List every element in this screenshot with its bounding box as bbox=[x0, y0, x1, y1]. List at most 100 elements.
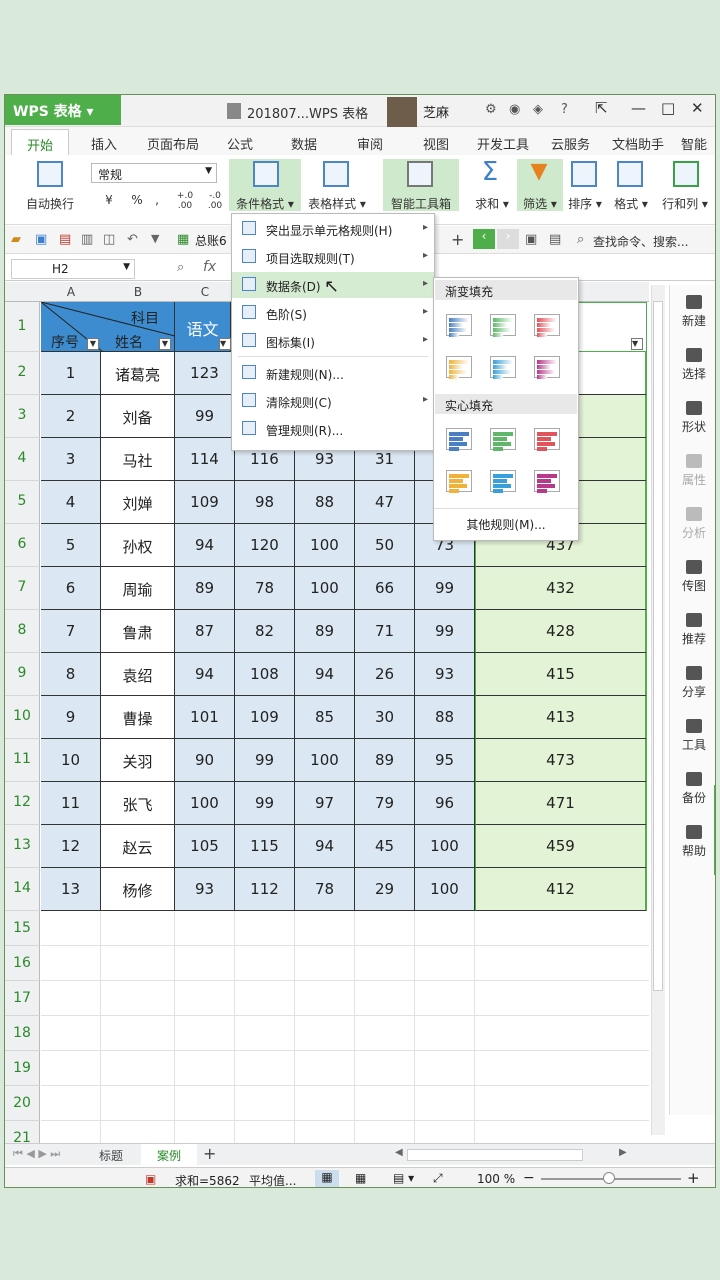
zoom-out-button[interactable]: − bbox=[523, 1170, 535, 1186]
new-tab-icon[interactable]: + bbox=[451, 230, 464, 249]
avatar[interactable] bbox=[387, 97, 417, 127]
row-col-button[interactable]: 行和列 ▾ bbox=[657, 195, 713, 212]
table-cell[interactable]: 袁绍 bbox=[101, 653, 175, 696]
row-header[interactable]: 12 bbox=[5, 782, 40, 825]
table-cell[interactable]: 鲁肃 bbox=[101, 610, 175, 653]
filter-icon[interactable]: ▼ bbox=[525, 159, 553, 184]
format-button[interactable]: 格式 ▾ bbox=[609, 195, 653, 212]
filter-dropdown-icon[interactable]: ▼ bbox=[87, 338, 99, 350]
currency-icon[interactable]: ¥ bbox=[99, 193, 119, 207]
menu-item[interactable]: 管理规则(R)... bbox=[232, 416, 434, 442]
menu-item[interactable]: 清除规则(C) ▸ bbox=[232, 388, 434, 414]
table-cell[interactable]: 诸葛亮 bbox=[101, 352, 175, 395]
horizontal-scrollbar[interactable] bbox=[407, 1149, 583, 1161]
zoom-in-button[interactable]: + bbox=[687, 1169, 700, 1187]
table-cell[interactable]: 99 bbox=[235, 782, 295, 825]
menu-item[interactable]: 图标集(I) ▸ bbox=[232, 328, 434, 354]
table-cell[interactable]: 刘备 bbox=[101, 395, 175, 438]
table-cell[interactable]: 95 bbox=[415, 739, 475, 782]
percent-button[interactable]: % bbox=[129, 193, 145, 207]
table-cell[interactable]: 85 bbox=[295, 696, 355, 739]
tab-review[interactable]: 审阅 bbox=[357, 134, 383, 153]
table-cell[interactable]: 10 bbox=[41, 739, 101, 782]
table-cell[interactable]: 11 bbox=[41, 782, 101, 825]
tab-data[interactable]: 数据 bbox=[291, 134, 317, 153]
settings-icon[interactable]: ⚙ bbox=[485, 102, 497, 117]
table-cell[interactable]: 120 bbox=[235, 524, 295, 567]
scroll-left-icon[interactable]: ◀ bbox=[395, 1147, 403, 1158]
sheet-nav-arrows-icon[interactable]: ⏮ ◀ ▶ ⏭ bbox=[13, 1147, 60, 1161]
table-cell[interactable]: 孙权 bbox=[101, 524, 175, 567]
auto-wrap-button[interactable]: 自动换行 bbox=[19, 195, 81, 212]
table-cell[interactable]: 123 bbox=[175, 352, 235, 395]
table-cell[interactable]: 108 bbox=[235, 653, 295, 696]
screen-icon[interactable]: ▣ bbox=[525, 232, 537, 247]
table-cell[interactable]: 8 bbox=[41, 653, 101, 696]
comma-button[interactable]: , bbox=[151, 193, 163, 207]
data-bar-style-option[interactable] bbox=[490, 356, 516, 379]
row-header[interactable]: 8 bbox=[5, 610, 40, 653]
tab-doc-assistant[interactable]: 文档助手 bbox=[612, 134, 664, 153]
menu-item[interactable]: 新建规则(N)... bbox=[232, 360, 434, 386]
sidebar-item[interactable]: 帮助 bbox=[670, 825, 715, 859]
menu-item[interactable]: 色阶(S) ▸ bbox=[232, 300, 434, 326]
data-bar-style-option[interactable] bbox=[446, 428, 472, 451]
export-pdf-icon[interactable]: ▤ bbox=[59, 232, 71, 247]
number-format-select[interactable]: 常规 ▼ bbox=[91, 163, 217, 183]
table-cell[interactable]: 99 bbox=[415, 610, 475, 653]
table-cell[interactable]: 415 bbox=[475, 653, 647, 696]
table-cell[interactable]: 115 bbox=[235, 825, 295, 868]
filter-button[interactable]: 筛选 ▾ bbox=[517, 195, 563, 212]
sidebar-item[interactable]: 备份 bbox=[670, 772, 715, 806]
maximize-button[interactable]: □ bbox=[661, 99, 675, 117]
scroll-right-icon[interactable]: ▶ bbox=[619, 1147, 627, 1158]
table-cell[interactable]: 杨修 bbox=[101, 868, 175, 911]
sheet-tab-case[interactable]: 案例 bbox=[141, 1144, 197, 1165]
tab-formula[interactable]: 公式 bbox=[227, 134, 253, 153]
table-cell[interactable]: 50 bbox=[355, 524, 415, 567]
table-cell[interactable]: 88 bbox=[295, 481, 355, 524]
table-cell[interactable]: 99 bbox=[235, 739, 295, 782]
workbook-tab[interactable]: 总账6 bbox=[195, 232, 227, 249]
sidebar-item[interactable]: 选择 bbox=[670, 348, 715, 382]
cond-format-button[interactable]: 条件格式 ▾ bbox=[229, 195, 301, 212]
decrease-decimal-button[interactable]: -.0 .00 bbox=[201, 191, 229, 211]
row-header[interactable]: 16 bbox=[5, 946, 40, 981]
prev-arrow-icon[interactable]: ‹ bbox=[473, 229, 495, 249]
sidebar-item[interactable]: 新建 bbox=[670, 295, 715, 329]
table-cell[interactable]: 97 bbox=[295, 782, 355, 825]
page-break-icon[interactable]: ▤ ▾ bbox=[393, 1171, 414, 1185]
command-search-input[interactable]: 查找命令、搜索... bbox=[593, 233, 688, 250]
row-header[interactable]: 4 bbox=[5, 438, 40, 481]
row-header[interactable]: 2 bbox=[5, 352, 40, 395]
row-header[interactable]: 13 bbox=[5, 825, 40, 868]
table-cell[interactable]: 12 bbox=[41, 825, 101, 868]
table-cell[interactable]: 94 bbox=[295, 653, 355, 696]
data-bar-style-option[interactable] bbox=[534, 314, 560, 337]
table-cell[interactable]: 100 bbox=[295, 739, 355, 782]
table-cell[interactable]: 94 bbox=[295, 825, 355, 868]
format-icon[interactable] bbox=[617, 161, 643, 187]
table-cell[interactable]: 78 bbox=[235, 567, 295, 610]
table-cell[interactable]: 109 bbox=[235, 696, 295, 739]
sidebar-item[interactable]: 属性 bbox=[670, 454, 715, 488]
table-cell[interactable]: 7 bbox=[41, 610, 101, 653]
table-style-icon[interactable] bbox=[323, 161, 349, 187]
row-header[interactable]: 3 bbox=[5, 395, 40, 438]
filter-dropdown-icon[interactable]: ▼ bbox=[159, 338, 171, 350]
table-cell[interactable]: 6 bbox=[41, 567, 101, 610]
next-arrow-icon[interactable]: › bbox=[497, 229, 519, 249]
table-cell[interactable]: 114 bbox=[175, 438, 235, 481]
table-cell[interactable]: 94 bbox=[175, 653, 235, 696]
help-icon[interactable]: ? bbox=[561, 102, 568, 117]
row-col-icon[interactable] bbox=[673, 161, 699, 187]
data-bar-style-option[interactable] bbox=[490, 314, 516, 337]
table-cell[interactable]: 5 bbox=[41, 524, 101, 567]
data-bar-style-option[interactable] bbox=[446, 356, 472, 379]
data-bar-style-option[interactable] bbox=[446, 470, 472, 493]
table-cell[interactable]: 459 bbox=[475, 825, 647, 868]
table-cell[interactable]: 张飞 bbox=[101, 782, 175, 825]
toolbox-icon[interactable] bbox=[407, 161, 433, 187]
table-cell[interactable]: 89 bbox=[175, 567, 235, 610]
zoom-slider-handle[interactable] bbox=[603, 1172, 615, 1184]
